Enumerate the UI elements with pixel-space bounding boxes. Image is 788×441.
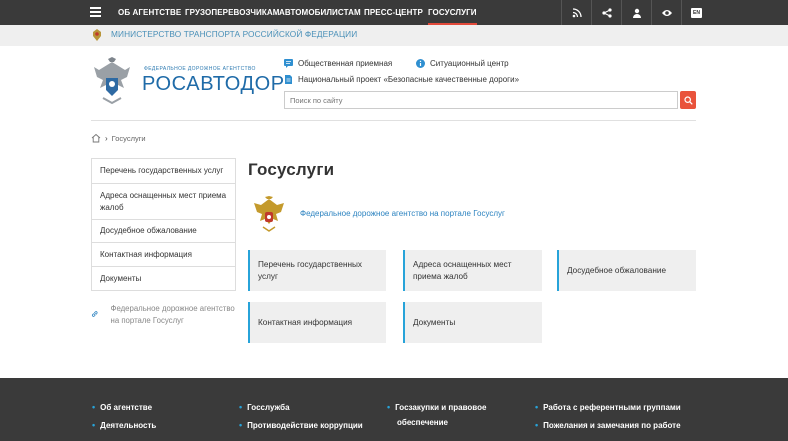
link-icon xyxy=(91,311,98,317)
card-pretrial-appeal[interactable]: Досудебное обжалование xyxy=(557,250,696,291)
eye-icon xyxy=(661,9,672,16)
toolbar: EN xyxy=(561,0,711,25)
nav-motorists[interactable]: АВТОМОБИЛИСТАМ xyxy=(279,0,361,25)
footer: Об агентстве Деятельность Госслужба Прот… xyxy=(0,378,788,441)
accessibility-button[interactable] xyxy=(651,0,681,25)
breadcrumb: › Госуслуги xyxy=(91,133,146,143)
situation-center-link[interactable]: Ситуационный центр xyxy=(416,59,509,68)
breadcrumb-current: Госуслуги xyxy=(111,133,146,143)
national-project-link[interactable]: Национальный проект «Безопасные качестве… xyxy=(284,75,519,84)
lang-label: EN xyxy=(691,7,702,18)
language-button[interactable]: EN xyxy=(681,0,711,25)
nav-press-center[interactable]: ПРЕСС-ЦЕНТР xyxy=(364,0,423,25)
sidebar-item-services-list[interactable]: Перечень государственных услуг xyxy=(92,159,235,184)
top-navbar: ОБ АГЕНТСТВЕ ГРУЗОПЕРЕВОЗЧИКАМ АВТОМОБИЛ… xyxy=(0,0,788,25)
nav-carriers[interactable]: ГРУЗОПЕРЕВОЗЧИКАМ xyxy=(185,0,280,25)
card-documents[interactable]: Документы xyxy=(403,302,542,343)
footer-activity[interactable]: Деятельность xyxy=(92,420,156,430)
chat-icon xyxy=(284,59,293,68)
hamburger-menu-icon[interactable] xyxy=(90,7,101,17)
ministry-link[interactable]: МИНИСТЕРСТВО ТРАНСПОРТА РОССИЙСКОЙ ФЕДЕР… xyxy=(111,29,357,39)
footer-civil-service[interactable]: Госслужба xyxy=(239,402,289,412)
nav-gosuslugi[interactable]: ГОСУСЛУГИ xyxy=(428,0,477,25)
ministry-emblem-icon xyxy=(93,29,101,41)
gosuslugi-portal-link[interactable]: Федеральное дорожное агентство на портал… xyxy=(300,209,505,218)
footer-procurement[interactable]: Госзакупки и правовое xyxy=(387,402,486,412)
national-project-label: Национальный проект «Безопасные качестве… xyxy=(298,75,520,84)
rosavtodor-emblem-icon[interactable] xyxy=(91,56,133,106)
sidebar-link-label: Федеральное дорожное агентство на портал… xyxy=(110,304,235,325)
logo-subtitle: ФЕДЕРАЛЬНОЕ ДОРОЖНОЕ АГЕНТСТВО xyxy=(144,66,256,72)
header-divider xyxy=(91,120,696,121)
footer-reference-groups[interactable]: Работа с референтными группами xyxy=(535,402,681,412)
sidebar-item-contacts[interactable]: Контактная информация xyxy=(92,243,235,267)
ministry-bar: МИНИСТЕРСТВО ТРАНСПОРТА РОССИЙСКОЙ ФЕДЕР… xyxy=(0,25,788,46)
page-title: Госуслуги xyxy=(248,160,335,179)
user-button[interactable] xyxy=(621,0,651,25)
rss-button[interactable] xyxy=(561,0,591,25)
card-contacts[interactable]: Контактная информация xyxy=(248,302,386,343)
nav-about[interactable]: ОБ АГЕНТСТВЕ xyxy=(118,0,181,25)
search-button[interactable] xyxy=(680,91,696,109)
sidebar-item-pretrial-appeal[interactable]: Досудебное обжалование xyxy=(92,220,235,243)
chevron-right-icon: › xyxy=(105,133,108,143)
situation-center-label: Ситуационный центр xyxy=(430,59,509,68)
document-icon xyxy=(285,75,292,84)
share-icon xyxy=(601,7,612,18)
info-icon xyxy=(416,59,425,68)
logo-title[interactable]: РОСАВТОДОР xyxy=(142,73,285,96)
sidebar-item-documents[interactable]: Документы xyxy=(92,267,235,290)
russian-coat-of-arms-icon xyxy=(254,196,284,232)
public-reception-label: Общественная приемная xyxy=(298,59,393,68)
footer-about[interactable]: Об агентстве xyxy=(92,402,152,412)
user-icon xyxy=(632,8,641,18)
footer-anticorruption[interactable]: Противодействие коррупции xyxy=(239,420,363,430)
footer-procurement-cont[interactable]: обеспечение xyxy=(397,418,448,427)
sidebar-gosuslugi-link[interactable]: Федеральное дорожное агентство на портал… xyxy=(91,303,236,326)
card-services-list[interactable]: Перечень государственных услуг xyxy=(248,250,386,291)
rss-icon xyxy=(572,7,582,17)
sidebar-menu: Перечень государственных услуг Адреса ос… xyxy=(91,158,236,291)
search-input[interactable] xyxy=(284,91,678,109)
search-icon xyxy=(683,95,693,105)
share-button[interactable] xyxy=(591,0,621,25)
home-icon[interactable] xyxy=(91,133,101,143)
sidebar-item-complaint-addresses[interactable]: Адреса оснащенных мест приема жалоб xyxy=(92,184,235,220)
card-complaint-addresses[interactable]: Адреса оснащенных мест приема жалоб xyxy=(403,250,542,291)
public-reception-link[interactable]: Общественная приемная xyxy=(284,59,392,68)
footer-feedback[interactable]: Пожелания и замечания по работе xyxy=(535,420,680,430)
